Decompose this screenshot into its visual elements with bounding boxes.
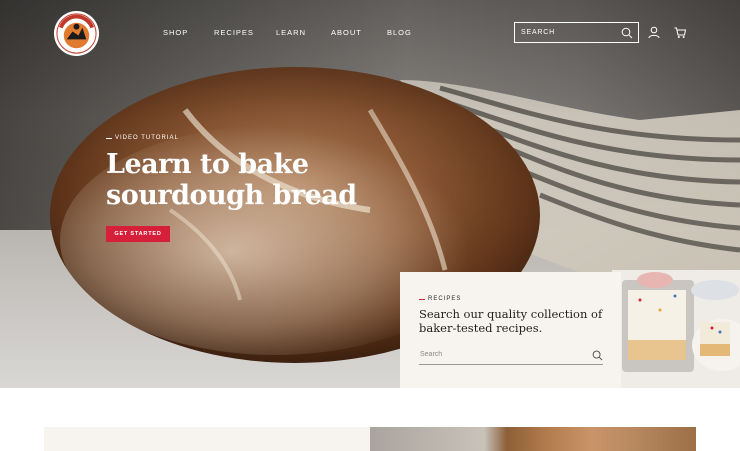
eyebrow-dash	[419, 298, 425, 300]
eyebrow-dash	[106, 137, 112, 139]
recipes-eyebrow-text: RECIPES	[428, 296, 462, 302]
nav-blog[interactable]: BLOG	[387, 28, 412, 37]
nav-recipes[interactable]: RECIPES	[214, 28, 254, 37]
get-started-button[interactable]: GET STARTED	[106, 226, 170, 242]
recipes-eyebrow: RECIPES	[419, 296, 461, 302]
hero-title: Learn to bake sourdough bread	[106, 149, 366, 211]
search-icon[interactable]	[592, 350, 603, 361]
nav-learn[interactable]: LEARN	[276, 28, 306, 37]
hero-eyebrow: VIDEO TUTORIAL	[106, 135, 179, 141]
search-icon[interactable]	[621, 27, 633, 39]
header-search-label: SEARCH	[521, 29, 555, 36]
recipe-search-input[interactable]: Search	[419, 348, 603, 365]
hero-eyebrow-text: VIDEO TUTORIAL	[115, 135, 179, 141]
hero-title-line2: sourdough bread	[106, 180, 357, 211]
promo-panel-left	[44, 427, 370, 451]
recipe-search-card: RECIPES Search our quality collection of…	[400, 272, 621, 388]
nav-shop[interactable]: SHOP	[163, 28, 188, 37]
hero-title-line1: Learn to bake	[106, 149, 309, 180]
account-icon[interactable]	[648, 26, 660, 39]
recipe-search-placeholder: Search	[420, 351, 443, 358]
cart-icon[interactable]	[674, 26, 686, 39]
recipe-card-title: Search our quality collection of baker-t…	[419, 307, 603, 335]
header-search-input[interactable]: SEARCH	[514, 22, 639, 43]
logo-icon	[53, 10, 100, 57]
nav-about[interactable]: ABOUT	[331, 28, 362, 37]
promo-image-right	[370, 427, 696, 451]
brand-logo[interactable]	[53, 10, 100, 57]
